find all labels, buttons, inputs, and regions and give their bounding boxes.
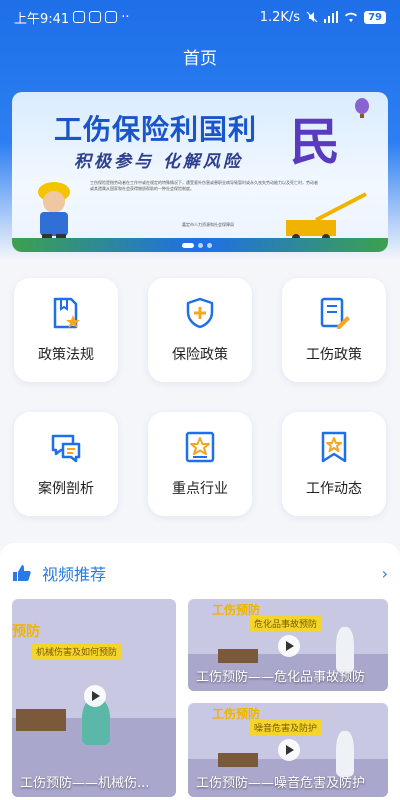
chevron-right-icon[interactable]: › <box>382 564 388 583</box>
category-label: 保险政策 <box>172 347 228 363</box>
carousel-dot <box>182 243 194 248</box>
signal-icon <box>324 11 339 23</box>
category-work-news[interactable]: 工作动态 <box>282 412 386 516</box>
category-key-industries[interactable]: 重点行业 <box>148 412 252 516</box>
desk-illustration <box>218 649 258 663</box>
desk-illustration <box>218 753 258 767</box>
thumbs-up-icon <box>13 565 31 581</box>
category-policy-regulations[interactable]: 政策法规 <box>14 278 118 382</box>
balloon-icon <box>355 98 369 118</box>
carousel-dot <box>207 243 212 248</box>
play-button-icon[interactable] <box>278 739 300 761</box>
video-title: 工伤预防——危化品事故预防 <box>196 670 366 685</box>
worker-illustration <box>38 182 70 244</box>
network-speed: 1.2K/s <box>259 9 301 25</box>
category-label: 工伤政策 <box>306 347 362 363</box>
video-tag: 危化品事故预防 <box>250 615 322 632</box>
star-frame-icon <box>185 431 215 463</box>
category-label: 政策法规 <box>38 347 94 363</box>
video-tag: 噪音危害及防护 <box>250 719 322 736</box>
more-notifications-icon: ·· <box>121 9 130 25</box>
banner-footnote: 嘉定市人力资源和社会保障局 <box>182 222 234 227</box>
chat-notification-icon <box>105 11 118 23</box>
doctor-figure <box>336 731 354 777</box>
shield-plus-icon <box>186 297 214 329</box>
battery-icon: 79 <box>364 10 386 24</box>
crane-illustration <box>286 192 367 242</box>
video-section: 视频推荐 › 预防 机械伤害及如何预防 工伤预防——机械伤... 工伤预防 危化… <box>0 543 400 800</box>
video-title: 工伤预防——机械伤... <box>20 776 150 791</box>
video-card[interactable]: 工伤预防 危化品事故预防 工伤预防——危化品事故预防 <box>188 599 388 691</box>
play-button-icon[interactable] <box>84 685 106 707</box>
video-title: 工伤预防——噪音危害及防护 <box>196 776 366 791</box>
video-tag: 机械伤害及如何预防 <box>32 643 122 660</box>
category-injury-policy[interactable]: 工伤政策 <box>282 278 386 382</box>
video-section-title: 视频推荐 <box>42 565 107 584</box>
page-title: 首页 <box>183 49 217 69</box>
banner-title: 工伤保险利国利 <box>54 113 258 146</box>
wifi-icon <box>345 12 358 22</box>
wechat-notification-icon <box>73 11 86 23</box>
banner-title-big: 民 <box>290 113 340 171</box>
bookmark-star-icon <box>321 431 347 463</box>
category-grid: 政策法规 保险政策 工伤政策 案例剖析 重点行业 工作动态 <box>14 278 386 516</box>
video-card[interactable]: 预防 机械伤害及如何预防 工伤预防——机械伤... <box>12 599 176 797</box>
mute-icon <box>306 11 318 23</box>
banner-carousel[interactable]: 工伤保险利国利 民 积极参与 化解风险 工伤保险是指劳动者在工作中或在规定的特殊… <box>12 92 388 252</box>
banner-subtitle: 积极参与 化解风险 <box>74 152 243 172</box>
desk-illustration <box>16 709 66 731</box>
video-card[interactable]: 工伤预防 噪音危害及防护 工伤预防——噪音危害及防护 <box>188 703 388 797</box>
status-bar: 上午9:41 ·· 1.2K/s 79 <box>0 0 400 34</box>
category-insurance-policy[interactable]: 保险政策 <box>148 278 252 382</box>
book-star-icon <box>53 297 80 329</box>
category-label: 重点行业 <box>172 481 228 497</box>
video-tag-title: 预防 <box>12 624 40 640</box>
document-pen-icon <box>320 297 350 329</box>
chat-bubbles-icon <box>51 434 81 463</box>
category-label: 工作动态 <box>306 481 362 497</box>
carousel-dot <box>198 243 203 248</box>
status-time: 上午9:41 <box>14 11 70 27</box>
category-label: 案例剖析 <box>38 481 94 497</box>
app-notification-icon <box>89 11 102 23</box>
carousel-indicator <box>182 243 212 248</box>
video-section-header[interactable]: 视频推荐 › <box>0 543 400 587</box>
category-case-analysis[interactable]: 案例剖析 <box>14 412 118 516</box>
play-button-icon[interactable] <box>278 635 300 657</box>
